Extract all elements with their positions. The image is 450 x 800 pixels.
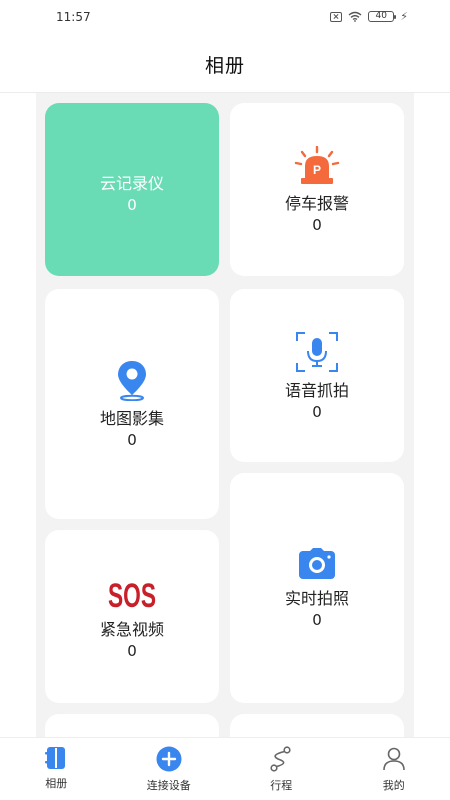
sos-icon: SOS [108, 577, 156, 612]
svg-text:P: P [313, 163, 321, 177]
nav-label: 行程 [270, 779, 293, 792]
bottom-nav: 相册 连接设备 行程 我的 [0, 737, 450, 800]
nav-label: 相册 [45, 777, 68, 790]
status-bar: 11:57 40 ⚡︎ [0, 0, 450, 36]
nav-label: 连接设备 [146, 779, 191, 792]
album-grid[interactable]: 云记录仪 0 P 停车报警 0 地图影集 0 语音抓拍 0 SOS 紧急视频 0… [36, 93, 414, 737]
header: 相册 [0, 36, 450, 93]
album-card-label: 语音抓拍 [284, 380, 349, 400]
album-card-live-photo[interactable]: 实时拍照 0 [230, 473, 404, 703]
album-card-parking-alarm[interactable]: P 停车报警 0 [230, 103, 404, 276]
no-sim-icon [330, 11, 343, 22]
charging-icon: ⚡︎ [400, 10, 408, 23]
alarm-light-icon: P [294, 145, 340, 184]
battery-icon: 40 [368, 11, 397, 22]
album-card-label: 实时拍照 [284, 589, 349, 608]
album-card-label: 紧急视频 [99, 619, 164, 639]
album-card-count: 0 [312, 402, 322, 421]
album-card-cloud-recorder[interactable]: 云记录仪 0 [45, 103, 219, 276]
map-pin-icon [118, 361, 146, 401]
album-card-count: 0 [127, 641, 137, 660]
album-card-count: 0 [312, 215, 322, 234]
person-icon [382, 747, 405, 771]
album-card-count: 0 [127, 195, 137, 214]
album-card-count: 0 [127, 431, 137, 449]
album-card-partial[interactable] [230, 714, 404, 737]
sos-icon-text: SOS [108, 577, 156, 612]
plus-circle-icon [156, 746, 182, 772]
camera-icon [299, 548, 335, 579]
album-card-label: 停车报警 [284, 193, 349, 213]
page-title: 相册 [204, 54, 245, 77]
album-card-voice-capture[interactable]: 语音抓拍 0 [230, 289, 404, 462]
album-icon [45, 747, 66, 769]
route-icon [270, 746, 291, 772]
battery-level: 40 [375, 11, 387, 21]
nav-item-album[interactable]: 相册 [0, 738, 113, 800]
album-card-partial[interactable] [45, 714, 219, 737]
nav-label: 我的 [382, 779, 405, 792]
nav-item-connect-device[interactable]: 连接设备 [113, 738, 226, 800]
wifi-icon [348, 11, 362, 22]
album-card-count: 0 [312, 611, 322, 629]
album-screen: 11:57 40 ⚡︎ 相册 云记录仪 0 P 停车报警 0 地图影集 0 语音… [0, 0, 450, 800]
album-card-map-album[interactable]: 地图影集 0 [45, 289, 219, 519]
album-card-label: 地图影集 [99, 409, 164, 428]
nav-item-mine[interactable]: 我的 [338, 738, 450, 800]
album-card-emergency-video[interactable]: SOS 紧急视频 0 [45, 530, 219, 703]
status-icons: 40 ⚡︎ [330, 10, 408, 23]
nav-item-trip[interactable]: 行程 [225, 738, 338, 800]
album-card-label: 云记录仪 [99, 173, 164, 193]
status-time: 11:57 [56, 10, 91, 24]
microphone-icon [296, 331, 338, 372]
